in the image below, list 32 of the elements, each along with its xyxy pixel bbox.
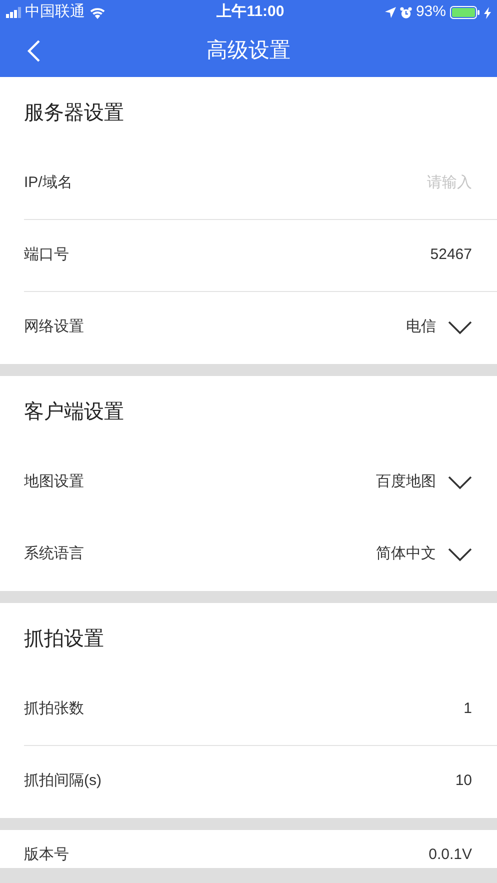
setting-label: 抓拍间隔(s) — [24, 771, 102, 792]
setting-label: 系统语言 — [24, 544, 84, 564]
setting-value: 52467 — [430, 245, 472, 266]
dropdown-value[interactable]: 百度地图 — [376, 471, 436, 494]
setting-label: 端口号 — [24, 245, 69, 266]
dropdown-value[interactable]: 简体中文 — [376, 543, 436, 566]
setting-value: 0.0.1V — [428, 844, 472, 864]
setting-label: 地图设置 — [24, 472, 84, 492]
section-title: 抓拍设置 — [24, 626, 104, 652]
clock-time: 上午11:00 — [216, 2, 284, 22]
text-input-field[interactable]: 请输入 — [272, 172, 472, 195]
setting-label: IP/域名 — [24, 173, 72, 194]
setting-value: 1 — [464, 699, 472, 720]
setting-label: 版本号 — [24, 844, 69, 864]
carrier-name: 中国联通 — [25, 2, 85, 22]
setting-label: 抓拍张数 — [24, 699, 84, 720]
chevron-down-icon[interactable] — [448, 320, 472, 334]
alarm-clock-icon — [400, 6, 412, 18]
battery-percentage: 93% — [416, 2, 446, 22]
setting-label: 网络设置 — [24, 317, 84, 338]
page-title: 高级设置 — [206, 38, 290, 64]
battery-icon — [450, 6, 480, 19]
location-arrow-icon — [384, 7, 396, 18]
charging-bolt-icon — [484, 6, 491, 18]
setting-value: 10 — [455, 771, 472, 792]
dropdown-value[interactable]: 电信 — [406, 316, 436, 339]
wifi-icon — [89, 6, 106, 18]
section-title: 服务器设置 — [24, 100, 124, 126]
signal-icon — [6, 7, 21, 18]
chevron-down-icon[interactable] — [448, 548, 472, 562]
section-title: 客户端设置 — [24, 400, 124, 424]
chevron-down-icon[interactable] — [448, 476, 472, 490]
